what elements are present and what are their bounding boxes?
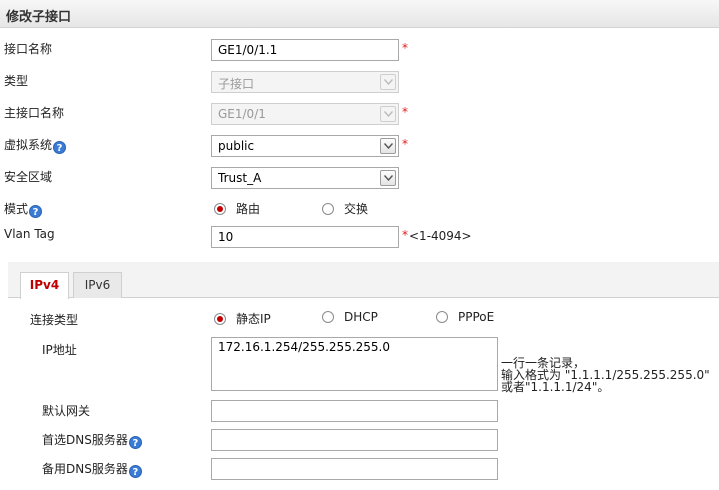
ip-address-textarea[interactable]: 172.16.1.254/255.255.255.0 [211, 337, 498, 391]
ip-address-label: IP地址 [42, 343, 77, 357]
conn-static-radio[interactable]: 静态IP [214, 310, 271, 327]
radio-icon [322, 311, 334, 323]
interface-name-value: GE1/0/1.1 [218, 43, 278, 57]
interface-name-label: 接口名称 [4, 42, 53, 56]
chevron-down-icon[interactable] [380, 170, 396, 186]
chevron-down-icon[interactable] [380, 138, 396, 154]
main-interface-select: GE1/0/1 [211, 103, 399, 125]
zone-label: 安全区域 [4, 170, 53, 184]
conn-type-label: 连接类型 [30, 313, 79, 327]
mode-switch-label: 交换 [344, 202, 369, 216]
zone-select[interactable]: Trust_A [211, 167, 399, 189]
vsys-label: 虚拟系统? [4, 136, 67, 154]
main-interface-label: 主接口名称 [4, 106, 65, 120]
radio-selected-icon [214, 203, 226, 215]
mode-switch-radio[interactable]: 交换 [322, 200, 368, 217]
conn-pppoe-radio[interactable]: PPPoE [436, 310, 494, 324]
vsys-value: public [218, 139, 255, 153]
conn-static-label: 静态IP [236, 312, 271, 326]
type-label: 类型 [4, 74, 29, 88]
dns-secondary-label-text: 备用DNS服务器 [42, 462, 128, 476]
type-value: 子接口 [218, 77, 255, 91]
help-icon[interactable]: ? [128, 436, 142, 449]
radio-icon [436, 311, 448, 323]
help-icon[interactable]: ? [53, 141, 67, 154]
gateway-input[interactable] [211, 400, 498, 422]
required-mark: * [402, 105, 408, 119]
required-mark: * [402, 228, 408, 242]
help-icon[interactable]: ? [128, 465, 142, 478]
chevron-down-icon [380, 74, 396, 90]
mode-label: 模式? [4, 200, 43, 218]
type-select: 子接口 [211, 71, 399, 93]
vsys-label-text: 虚拟系统 [4, 138, 53, 152]
page-title: 修改子接口 [6, 10, 72, 25]
mode-label-text: 模式 [4, 202, 29, 216]
required-mark: * [402, 41, 408, 55]
vlan-tag-value: 10 [218, 230, 234, 244]
mode-route-label: 路由 [236, 202, 261, 216]
main-interface-value: GE1/0/1 [218, 107, 266, 121]
radio-selected-icon [214, 313, 226, 325]
mode-route-radio[interactable]: 路由 [214, 200, 260, 217]
conn-pppoe-label: PPPoE [458, 310, 495, 324]
dns-secondary-label: 备用DNS服务器? [42, 460, 142, 478]
tab-ipv4[interactable]: IPv4 [20, 272, 69, 299]
dns-primary-input[interactable] [211, 429, 498, 451]
vsys-select[interactable]: public [211, 135, 399, 157]
required-mark: * [402, 137, 408, 151]
chevron-down-icon [380, 106, 396, 122]
ip-address-hint: 一行一条记录， 输入格式为 "1.1.1.1/255.255.255.0" 或者… [501, 357, 710, 393]
vlan-range-hint: <1-4094> [409, 229, 472, 243]
dns-primary-label-text: 首选DNS服务器 [42, 433, 128, 447]
zone-value: Trust_A [218, 171, 262, 185]
conn-dhcp-label: DHCP [344, 310, 378, 324]
gateway-label: 默认网关 [42, 404, 91, 418]
conn-dhcp-radio[interactable]: DHCP [322, 310, 378, 324]
dns-primary-label: 首选DNS服务器? [42, 431, 142, 449]
interface-name-input[interactable]: GE1/0/1.1 [211, 39, 399, 61]
tab-ipv6[interactable]: IPv6 [73, 272, 122, 298]
radio-icon [322, 203, 334, 215]
panel-header: 修改子接口 [0, 0, 719, 28]
help-icon[interactable]: ? [29, 205, 43, 218]
ip-address-value: 172.16.1.254/255.255.255.0 [218, 340, 390, 354]
vlan-tag-label: Vlan Tag [4, 227, 55, 241]
dns-secondary-input[interactable] [211, 458, 498, 480]
hint-line: 或者"1.1.1.1/24"。 [501, 380, 610, 394]
vlan-tag-input[interactable]: 10 [211, 226, 399, 248]
